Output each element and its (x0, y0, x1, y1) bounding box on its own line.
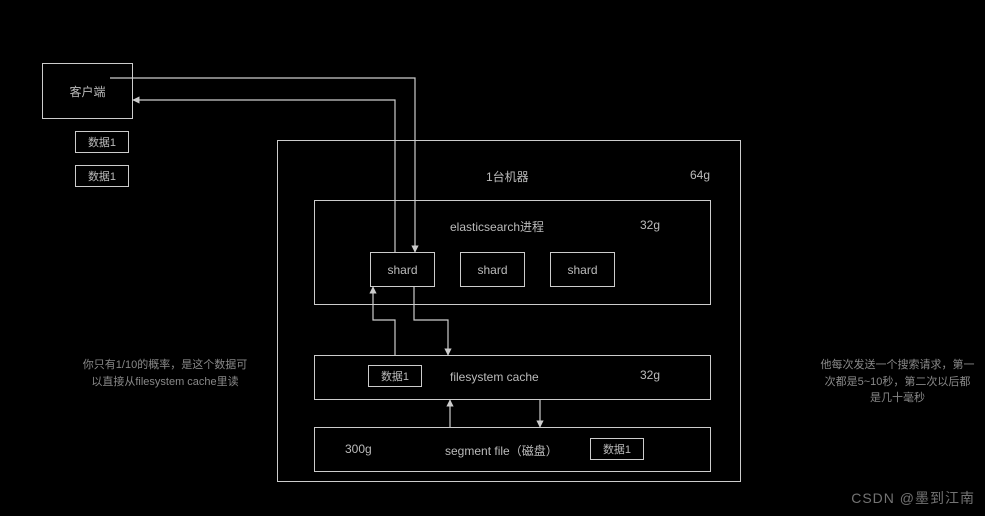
machine-title: 1台机器 (486, 168, 529, 185)
shard-3-label: shard (567, 263, 597, 277)
note-left: 你只有1/10的概率，是这个数据可以直接从filesystem cache里读 (80, 357, 250, 390)
process-mem: 32g (640, 218, 660, 232)
watermark-text: CSDN @墨到江南 (851, 490, 975, 506)
shard-3: shard (550, 252, 615, 287)
segment-size: 300g (345, 442, 372, 456)
data-tag-2-label: 数据1 (88, 168, 116, 184)
fscache-data: 数据1 (368, 365, 422, 387)
client-box: 客户端 (42, 63, 133, 119)
fscache-mem: 32g (640, 368, 660, 382)
segment-title: segment file（磁盘） (445, 442, 558, 459)
data-tag-2: 数据1 (75, 165, 129, 187)
note-right: 他每次发送一个搜索请求，第一次都是5~10秒，第二次以后都是几十毫秒 (820, 357, 975, 407)
data-tag-1-label: 数据1 (88, 134, 116, 150)
segment-data: 数据1 (590, 438, 644, 460)
watermark: CSDN @墨到江南 (851, 488, 975, 508)
data-tag-1: 数据1 (75, 131, 129, 153)
shard-2: shard (460, 252, 525, 287)
shard-1: shard (370, 252, 435, 287)
machine-mem: 64g (690, 168, 710, 182)
shard-2-label: shard (477, 263, 507, 277)
process-title: elasticsearch进程 (450, 218, 544, 235)
shard-1-label: shard (387, 263, 417, 277)
segment-data-label: 数据1 (603, 441, 631, 457)
note-right-text: 他每次发送一个搜索请求，第一次都是5~10秒，第二次以后都是几十毫秒 (821, 359, 975, 404)
note-left-text: 你只有1/10的概率，是这个数据可以直接从filesystem cache里读 (83, 359, 247, 388)
fscache-data-label: 数据1 (381, 368, 409, 384)
fscache-title: filesystem cache (450, 370, 539, 384)
client-label: 客户端 (69, 83, 105, 100)
